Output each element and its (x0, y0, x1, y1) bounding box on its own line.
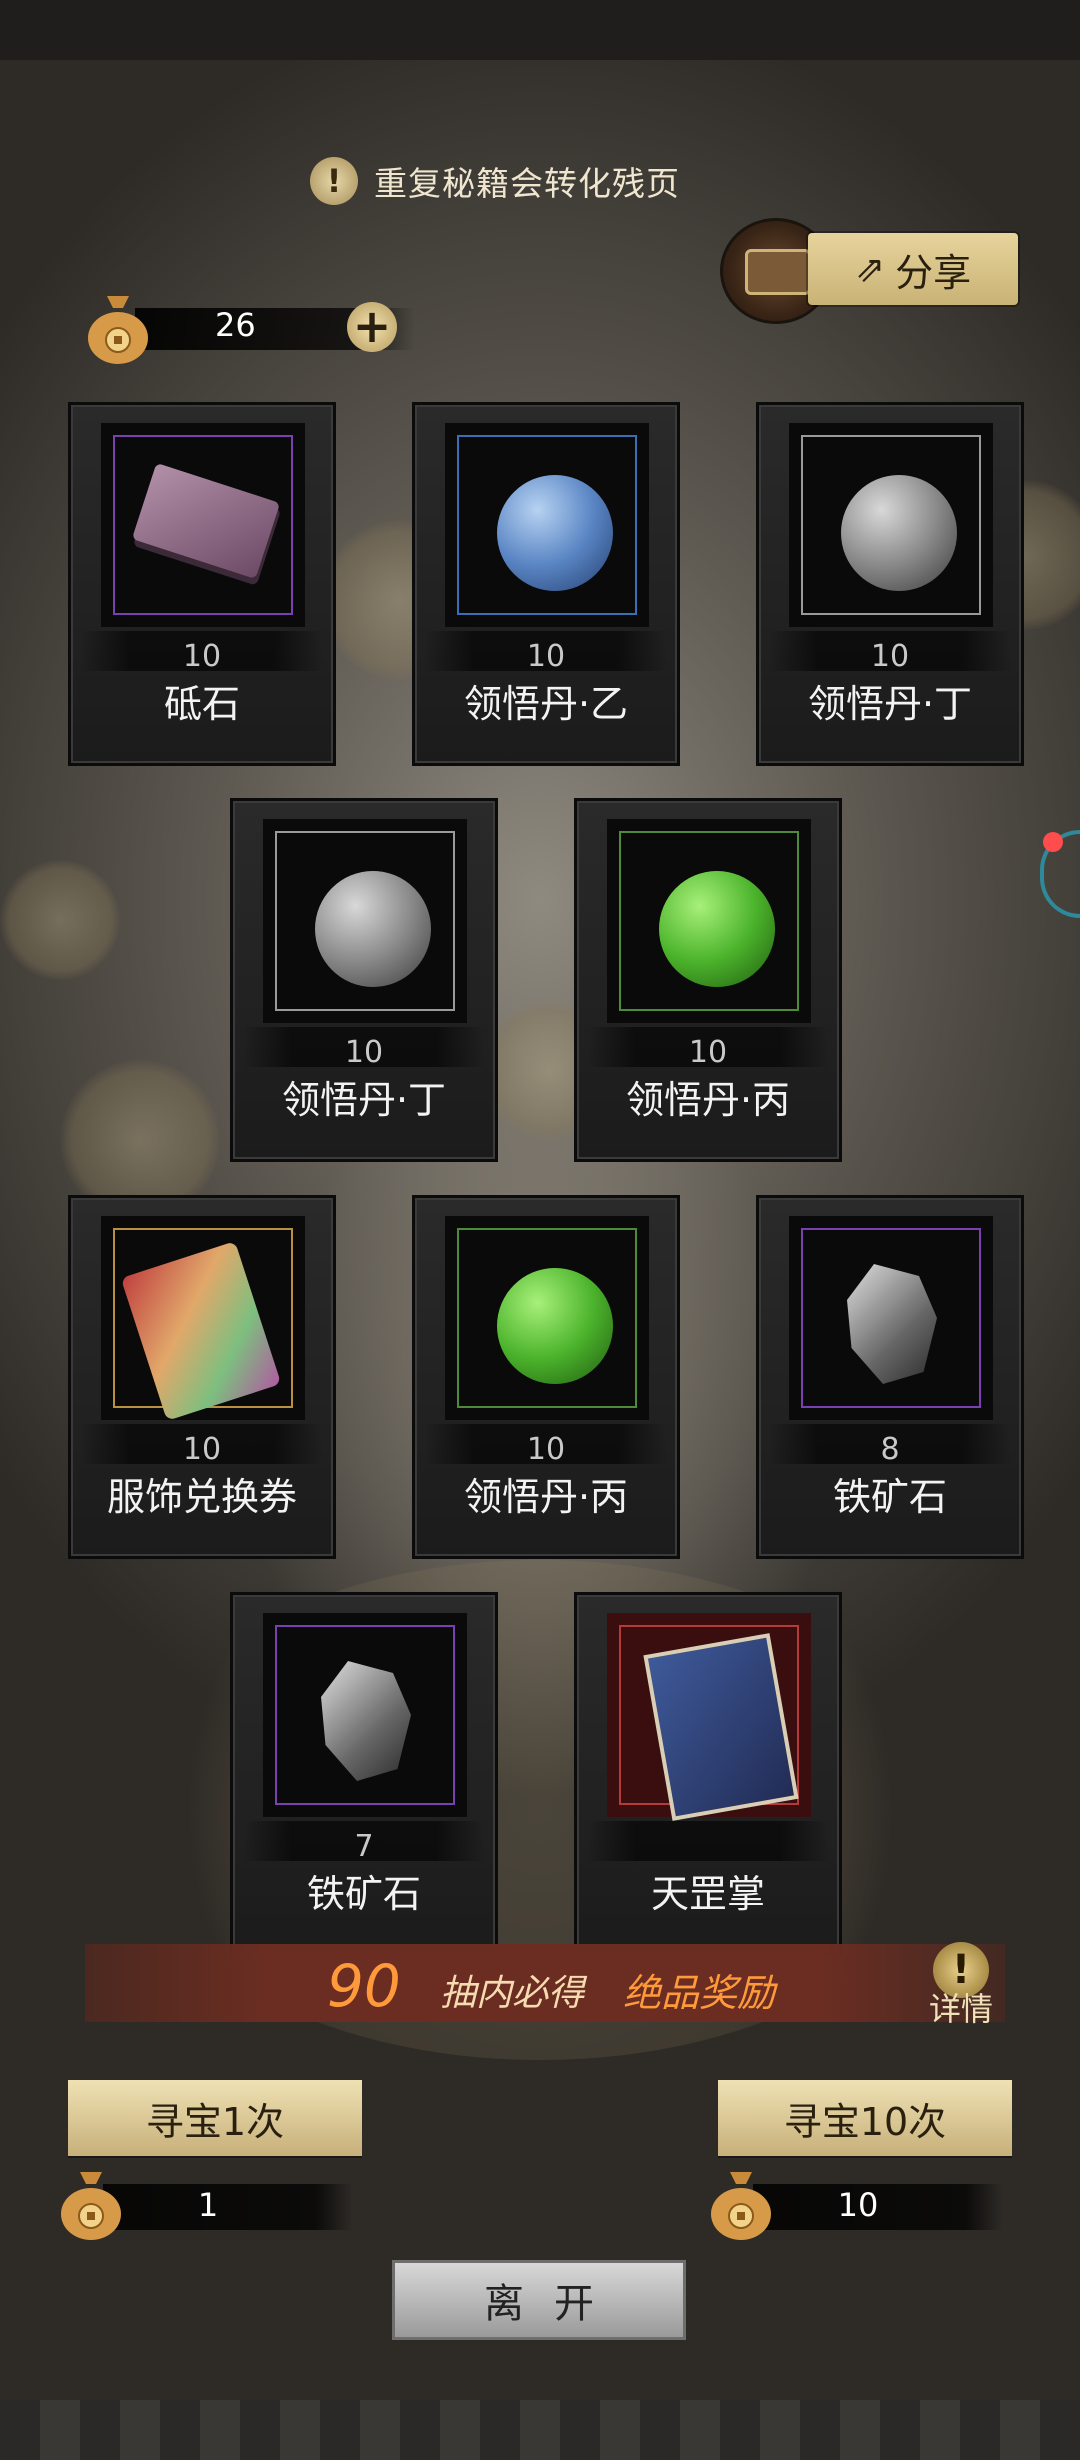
item-name: 领悟丹·丙 (625, 1078, 791, 1122)
reward-card[interactable]: 10 服饰兑换券 (68, 1195, 336, 1559)
notice: ! 重复秘籍会转化残页 (310, 155, 680, 207)
share-label: 分享 (895, 250, 972, 295)
item-art (789, 1216, 993, 1420)
share-icon: ⇗ (854, 248, 886, 290)
detail-label: 详情 (928, 1990, 993, 2028)
item-name: 领悟丹·丁 (281, 1078, 447, 1122)
item-quantity: 10 (870, 639, 910, 674)
draw-ten-cost: 10 (708, 2166, 1008, 2242)
exclamation-icon: ! (310, 157, 358, 205)
cost-value: 1 (197, 2186, 219, 2224)
item-art (789, 423, 993, 627)
item-quantity: 8 (880, 1432, 900, 1467)
leave-button[interactable]: 离开 (392, 2260, 686, 2340)
grey-orb-icon (841, 475, 957, 591)
item-quantity: 10 (526, 1432, 566, 1467)
item-art (445, 1216, 649, 1420)
top-bar (0, 0, 1080, 60)
currency-display: 26 + (85, 290, 425, 366)
cost-value: 10 (837, 2186, 879, 2224)
item-name: 领悟丹·丁 (807, 682, 973, 726)
reward-card[interactable]: 10 砥石 (68, 402, 336, 766)
brush-stroke (587, 1821, 829, 1861)
item-name: 服饰兑换券 (106, 1475, 297, 1519)
item-art (101, 1216, 305, 1421)
item-quantity: 10 (688, 1035, 728, 1070)
green-orb-icon (497, 1268, 613, 1384)
item-quantity: 10 (182, 1432, 222, 1467)
item-quantity: 10 (182, 639, 222, 674)
item-name: 领悟丹·丙 (463, 1475, 629, 1519)
coin-decoration (0, 860, 120, 980)
bottom-bar (0, 2400, 1080, 2460)
currency-amount: 26 (215, 306, 256, 344)
item-name: 领悟丹·乙 (463, 682, 629, 726)
reward-card[interactable]: 天罡掌 (574, 1592, 842, 1956)
detail-button[interactable]: ! 详情 (928, 1942, 994, 2028)
item-quantity: 7 (354, 1829, 374, 1864)
item-art (101, 423, 305, 627)
draw-once-button[interactable]: 寻宝1次 (68, 2080, 362, 2156)
guarantee-reward-text: 绝品奖励 (623, 1971, 776, 2015)
item-art (607, 819, 811, 1023)
green-orb-icon (659, 871, 775, 987)
reward-card[interactable]: 10 领悟丹·丁 (230, 798, 498, 1162)
money-bag-icon (88, 296, 148, 364)
item-name: 砥石 (163, 682, 240, 726)
add-currency-button[interactable]: + (347, 302, 397, 352)
draw-ten-label: 寻宝10次 (783, 2099, 947, 2144)
item-name: 天罡掌 (650, 1872, 765, 1916)
item-name: 铁矿石 (306, 1872, 421, 1916)
item-quantity: 10 (526, 639, 566, 674)
reward-card[interactable]: 10 领悟丹·丙 (412, 1195, 680, 1559)
item-art (445, 423, 649, 627)
draw-once-label: 寻宝1次 (145, 2099, 285, 2144)
draw-ten-button[interactable]: 寻宝10次 (718, 2080, 1012, 2156)
guarantee-count: 90 (327, 1952, 401, 2020)
reward-card[interactable]: 10 领悟丹·丁 (756, 402, 1024, 766)
notification-dot (1043, 832, 1063, 852)
share-button[interactable]: ⇗ 分享 (808, 233, 1018, 305)
reward-card[interactable]: 8 铁矿石 (756, 1195, 1024, 1559)
grey-orb-icon (315, 871, 431, 987)
reward-card[interactable]: 7 铁矿石 (230, 1592, 498, 1956)
guarantee-text: 抽内必得 (440, 1973, 585, 2014)
item-name: 铁矿石 (832, 1475, 947, 1519)
reward-card[interactable]: 10 领悟丹·乙 (412, 402, 680, 766)
notice-text: 重复秘籍会转化残页 (374, 164, 680, 203)
draw-once-cost: 1 (58, 2166, 358, 2242)
item-quantity: 10 (344, 1035, 384, 1070)
item-art (607, 1613, 811, 1821)
item-art (263, 1613, 467, 1817)
leave-label: 离开 (484, 2281, 624, 2327)
item-art (263, 819, 467, 1023)
blue-orb-icon (497, 475, 613, 591)
guarantee-banner: 90 抽内必得 绝品奖励 (85, 1944, 1005, 2022)
reward-card[interactable]: 10 领悟丹·丙 (574, 798, 842, 1162)
